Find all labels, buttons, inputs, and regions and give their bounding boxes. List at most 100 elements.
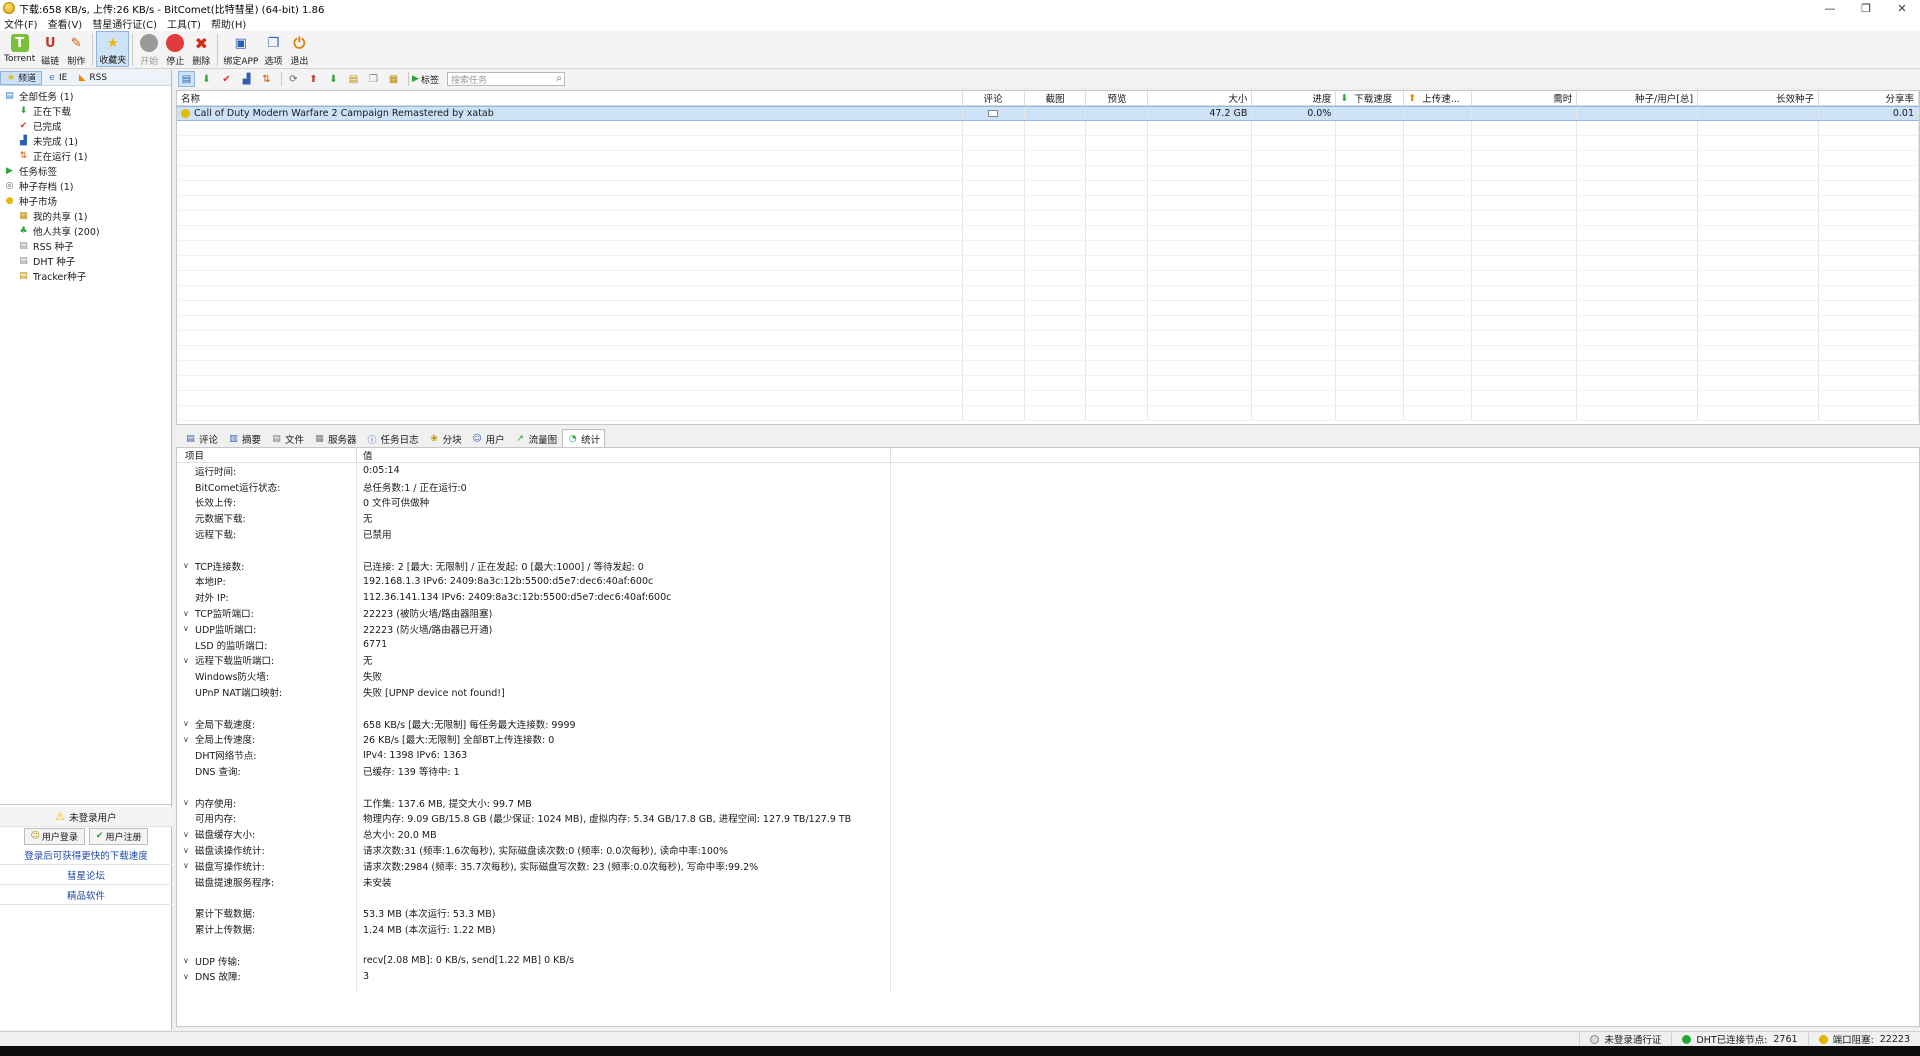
tree-downloading[interactable]: ⬇ 正在下载: [0, 103, 171, 118]
stats-row[interactable]: ∨ 全局下载速度: 658 KB/s [最大:无限制] 每任务最大连接数: 9999: [177, 715, 1919, 732]
tree-tracker-seeds[interactable]: ▤ Tracker种子: [0, 268, 171, 283]
tree-incomplete[interactable]: ▟ 未完成 (1): [0, 133, 171, 148]
stats-row[interactable]: ∨ 磁盘缓存大小: 总大小: 20.0 MB: [177, 826, 1919, 843]
table-row[interactable]: Call of Duty Modern Warfare 2 Campaign R…: [177, 106, 1920, 121]
col-progress[interactable]: 进度: [1252, 91, 1337, 105]
tab-pieces[interactable]: ❀ 分块: [424, 431, 467, 447]
col-share-ratio[interactable]: 分享率: [1819, 91, 1920, 105]
stats-row[interactable]: 累计下载数据: 53.3 MB (本次运行: 53.3 MB): [177, 905, 1919, 922]
expand-chevron-icon[interactable]: ∨: [183, 735, 193, 744]
search-icon[interactable]: ⌕: [556, 73, 562, 84]
expand-chevron-icon[interactable]: ∨: [183, 798, 193, 807]
expand-chevron-icon[interactable]: ∨: [183, 956, 193, 965]
stats-row[interactable]: ∨ UDP监听端口: 22223 (防火墙/路由器已开通): [177, 620, 1919, 637]
running-filter-icon[interactable]: ⇅: [258, 71, 275, 87]
stats-row[interactable]: UPnP NAT端口映射: 失败 [UPNP device not found!]: [177, 684, 1919, 700]
stats-row[interactable]: 可用内存: 物理内存: 9.09 GB/15.8 GB (最少保证: 1024 M…: [177, 810, 1919, 827]
stats-row[interactable]: LSD 的监听端口: 6771: [177, 636, 1919, 653]
delete-button[interactable]: ✖ 删除: [188, 31, 214, 68]
stats-row[interactable]: 远程下载: 已禁用: [177, 526, 1919, 542]
col-comment[interactable]: 评论: [963, 91, 1025, 105]
copy-icon[interactable]: ❐: [365, 71, 382, 87]
user-login-button[interactable]: ☺ 用户登录: [23, 827, 85, 845]
tag-button[interactable]: ▶ 标签: [412, 73, 439, 86]
tab-channel[interactable]: ★ 频道: [0, 70, 43, 85]
port-status[interactable]: 端口阻塞: 22223: [1807, 1032, 1920, 1046]
download-filter-icon[interactable]: ⬇: [198, 71, 215, 87]
tree-torrent-archive[interactable]: ◎ 种子存档 (1): [0, 178, 171, 193]
stats-row[interactable]: ∨ TCP监听端口: 22223 (被防火墙/路由器阻塞): [177, 605, 1919, 621]
incomplete-filter-icon[interactable]: ▟: [238, 71, 255, 87]
col-upload-speed[interactable]: ⬆ 上传速...: [1404, 91, 1473, 105]
stats-row[interactable]: [177, 778, 1919, 795]
expand-chevron-icon[interactable]: ∨: [183, 561, 193, 570]
exit-button[interactable]: ⏻ 退出: [286, 31, 312, 67]
magnet-button[interactable]: U 磁链: [37, 31, 63, 68]
make-torrent-button[interactable]: ✎ 制作: [63, 31, 89, 68]
tree-my-share[interactable]: ▦ 我的共享 (1): [0, 208, 171, 223]
tab-rss[interactable]: ◣ RSS: [72, 71, 112, 85]
tree-running[interactable]: ⇅ 正在运行 (1): [0, 148, 171, 163]
stats-row[interactable]: [177, 889, 1919, 906]
bind-app-button[interactable]: ▣ 绑定APP: [221, 31, 260, 68]
stats-row[interactable]: ∨ UDP 传输: recv[2.08 MB]: 0 KB/s, send[1.22…: [177, 952, 1919, 969]
stats-row[interactable]: ∨ 远程下载监听端口: 无: [177, 652, 1919, 669]
stats-row[interactable]: DHT网络节点: IPv4: 1398 IPv6: 1363: [177, 747, 1919, 764]
start-button[interactable]: 开始: [136, 31, 162, 67]
options-button[interactable]: ❐ 选项: [260, 31, 286, 68]
stats-row[interactable]: [177, 936, 1919, 953]
tab-summary[interactable]: ▥ 摘要: [223, 431, 266, 447]
stats-row[interactable]: ∨ 内存使用: 工作集: 137.6 MB, 提交大小: 99.7 MB: [177, 794, 1919, 811]
menu-view[interactable]: 查看(V): [48, 16, 83, 31]
stats-row[interactable]: 对外 IP: 112.36.141.134 IPv6: 2409:8a3c:12b…: [177, 589, 1919, 606]
col-seeds-peers[interactable]: 种子/用户[总]: [1577, 91, 1699, 105]
tab-comment[interactable]: ▤ 评论: [180, 431, 223, 447]
torrent-button[interactable]: T Torrent: [2, 31, 37, 67]
expand-chevron-icon[interactable]: ∨: [183, 609, 193, 618]
col-time-left[interactable]: 需时: [1472, 91, 1578, 105]
expand-chevron-icon[interactable]: ∨: [183, 624, 193, 633]
stats-row[interactable]: ∨ 全局上传速度: 26 KB/s [最大:无限制] 全部BT上传连接数: 0: [177, 731, 1919, 748]
menu-help[interactable]: 帮助(H): [211, 16, 246, 31]
expand-chevron-icon[interactable]: ∨: [183, 830, 193, 839]
stats-row[interactable]: ∨ 磁盘写操作统计: 请求次数:2984 (频率: 35.7次每秒), 实际磁盘写次…: [177, 857, 1919, 874]
dht-status[interactable]: DHT已连接节点: 2761: [1671, 1032, 1807, 1046]
tree-completed[interactable]: ✔ 已完成: [0, 118, 171, 133]
expand-chevron-icon[interactable]: ∨: [183, 861, 193, 870]
file-icon[interactable]: ▤: [345, 71, 362, 87]
refresh-icon[interactable]: ⟳: [285, 71, 302, 87]
stats-row[interactable]: 本地IP: 192.168.1.3 IPv6: 2409:8a3c:12b:550…: [177, 573, 1919, 590]
stats-row[interactable]: 运行时间: 0:05:14: [177, 463, 1919, 479]
stats-row[interactable]: [177, 699, 1919, 716]
move-down-icon[interactable]: ⬇: [325, 71, 342, 87]
col-screenshot[interactable]: 截图: [1025, 91, 1087, 105]
tree-dht-seeds[interactable]: ▤ DHT 种子: [0, 253, 171, 268]
stats-row[interactable]: BitComet运行状态: 总任务数:1 / 正在运行:0: [177, 478, 1919, 495]
move-top-icon[interactable]: ⬆: [305, 71, 322, 87]
tab-servers[interactable]: ▦ 服务器: [309, 431, 362, 447]
col-long-term-seeds[interactable]: 长效种子: [1698, 91, 1820, 105]
passport-status[interactable]: 未登录通行证: [1579, 1032, 1671, 1046]
stats-row[interactable]: Windows防火墙: 失败: [177, 668, 1919, 685]
menu-file[interactable]: 文件(F): [4, 16, 38, 31]
faster-download-link[interactable]: 登录后可获得更快的下载速度: [0, 845, 172, 865]
stats-row[interactable]: ∨ 磁盘读操作统计: 请求次数:31 (频率:1.6次每秒), 实际磁盘读次数:0 …: [177, 842, 1919, 858]
task-comment-cell[interactable]: [963, 107, 1025, 120]
stats-row[interactable]: 磁盘提速服务程序: 未安装: [177, 873, 1919, 890]
stats-row[interactable]: 长效上传: 0 文件可供做种: [177, 494, 1919, 511]
tree-task-tags[interactable]: ▶ 任务标签: [0, 163, 171, 178]
expand-chevron-icon[interactable]: ∨: [183, 846, 193, 855]
tab-statistics[interactable]: ◔ 统计: [562, 429, 606, 447]
col-download-speed[interactable]: ⬇ 下载速度: [1336, 91, 1405, 105]
forum-link[interactable]: 彗星论坛: [0, 865, 172, 885]
stats-row[interactable]: 累计上传数据: 1.24 MB (本次运行: 1.22 MB): [177, 921, 1919, 937]
tab-files[interactable]: ▤ 文件: [266, 431, 309, 447]
stats-row[interactable]: 元数据下载: 无: [177, 510, 1919, 527]
tab-traffic-chart[interactable]: ↗ 流量图: [510, 431, 563, 447]
stats-row[interactable]: DNS 查询: 已缓存: 139 等待中: 1: [177, 763, 1919, 779]
paste-icon[interactable]: ▦: [385, 71, 402, 87]
tree-rss-seeds[interactable]: ▤ RSS 种子: [0, 238, 171, 253]
tree-others-share[interactable]: ♣ 他人共享 (200): [0, 223, 171, 238]
menu-tools[interactable]: 工具(T): [167, 16, 201, 31]
stats-row[interactable]: [177, 541, 1919, 558]
